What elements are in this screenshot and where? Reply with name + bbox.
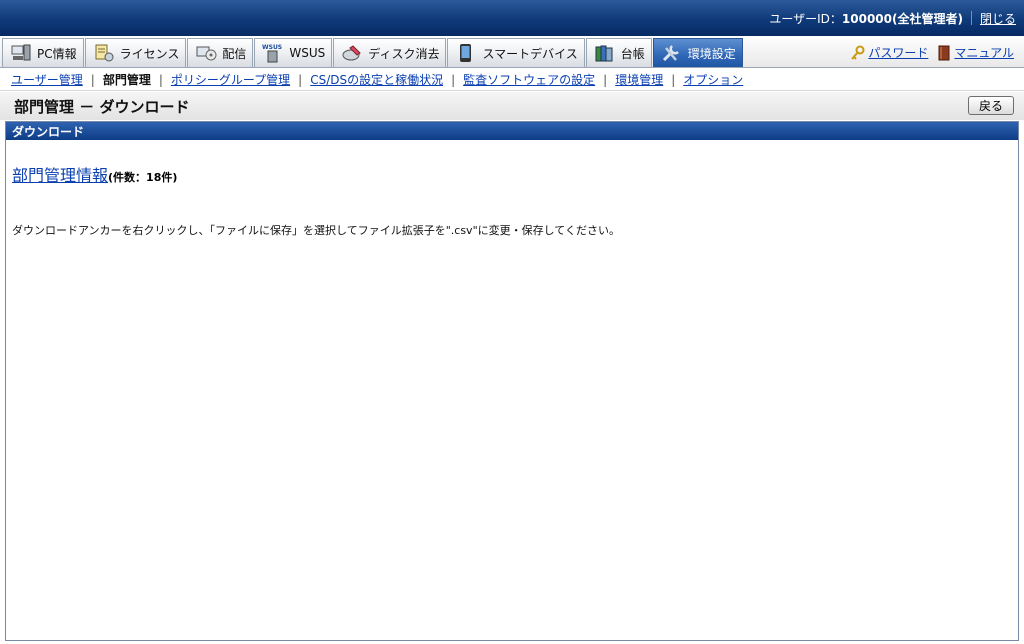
wsus-icon: WSUS <box>261 42 285 64</box>
tab-label: 台帳 <box>620 46 645 61</box>
settings-tools-icon <box>660 42 684 64</box>
svg-text:WSUS: WSUS <box>262 44 282 51</box>
close-link[interactable]: 閉じる <box>980 10 1016 27</box>
tab-label: ディスク消去 <box>368 46 440 61</box>
record-count: (件数：18件) <box>108 171 178 184</box>
pc-icon <box>9 42 33 64</box>
distribution-icon <box>194 42 218 64</box>
book-icon <box>936 45 952 61</box>
disk-erase-icon <box>340 42 364 64</box>
top-header-bar: ユーザーID：100000(全社管理者) 閉じる <box>0 0 1024 36</box>
tab-label: ライセンス <box>119 46 180 61</box>
ledger-icon <box>593 42 617 64</box>
panel-heading: ダウンロード <box>6 122 1018 140</box>
tab-label: WSUS <box>289 46 326 60</box>
manual-link[interactable]: マニュアル <box>936 44 1014 61</box>
tab-license[interactable]: ライセンス <box>84 38 187 67</box>
submenu-user-management[interactable]: ユーザー管理 <box>11 71 83 88</box>
panel-body: 部門管理情報(件数：18件) ダウンロードアンカーを右クリックし、「ファイルに保… <box>6 140 1018 238</box>
submenu-environment-management[interactable]: 環境管理 <box>615 71 663 88</box>
tab-label: PC情報 <box>37 46 77 61</box>
license-icon <box>92 42 116 64</box>
page-title-bar: 部門管理 － ダウンロード 戻る <box>0 92 1024 120</box>
password-link-label: パスワード <box>868 46 929 60</box>
password-link[interactable]: パスワード <box>850 44 928 61</box>
submenu-cs-ds-settings[interactable]: CS/DSの設定と稼働状況 <box>310 71 443 88</box>
page-title: 部門管理 － ダウンロード <box>14 97 190 116</box>
download-panel: ダウンロード 部門管理情報(件数：18件) ダウンロードアンカーを右クリックし、… <box>5 121 1019 641</box>
user-id-value: 100000 <box>841 11 892 26</box>
download-instruction: ダウンロードアンカーを右クリックし、「ファイルに保存」を選択してファイル拡張子を… <box>12 224 620 237</box>
smart-device-icon <box>454 42 478 64</box>
tab-label: 配信 <box>222 46 247 61</box>
back-button[interactable]: 戻る <box>968 96 1014 115</box>
tab-label: スマートデバイス <box>482 46 578 61</box>
submenu-department-management: 部門管理 <box>102 73 151 87</box>
tab-label: 環境設定 <box>687 46 736 61</box>
header-divider <box>970 11 972 25</box>
sub-menu: ユーザー管理 | 部門管理 | ポリシーグループ管理 | CS/DSの設定と稼働… <box>0 69 1024 91</box>
main-tabs: PC情報 ライセンス 配信 WSUS WSUS ディスク消去 スマートデバイス … <box>2 38 744 67</box>
department-info-download-link[interactable]: 部門管理情報 <box>12 166 108 185</box>
tab-smart-device[interactable]: スマートデバイス <box>447 38 585 67</box>
tab-wsus[interactable]: WSUS WSUS <box>254 38 333 67</box>
user-id-label: ユーザーID： <box>769 11 842 26</box>
user-role: (全社管理者) <box>892 11 963 26</box>
utility-links: パスワード マニュアル <box>850 44 1014 61</box>
tab-pc-info[interactable]: PC情報 <box>2 38 84 67</box>
main-tab-row: PC情報 ライセンス 配信 WSUS WSUS ディスク消去 スマートデバイス … <box>0 36 1024 68</box>
download-row: 部門管理情報(件数：18件) <box>12 162 1018 186</box>
tab-settings[interactable]: 環境設定 <box>652 38 743 67</box>
submenu-policy-group[interactable]: ポリシーグループ管理 <box>171 71 290 88</box>
key-icon <box>850 45 866 61</box>
tab-disk-erase[interactable]: ディスク消去 <box>333 38 447 67</box>
user-info: ユーザーID：100000(全社管理者) <box>769 10 963 27</box>
tab-ledger[interactable]: 台帳 <box>585 38 652 67</box>
submenu-options[interactable]: オプション <box>683 71 743 88</box>
submenu-audit-software[interactable]: 監査ソフトウェアの設定 <box>463 71 595 88</box>
manual-link-label: マニュアル <box>954 46 1014 60</box>
tab-distribution[interactable]: 配信 <box>187 38 254 67</box>
